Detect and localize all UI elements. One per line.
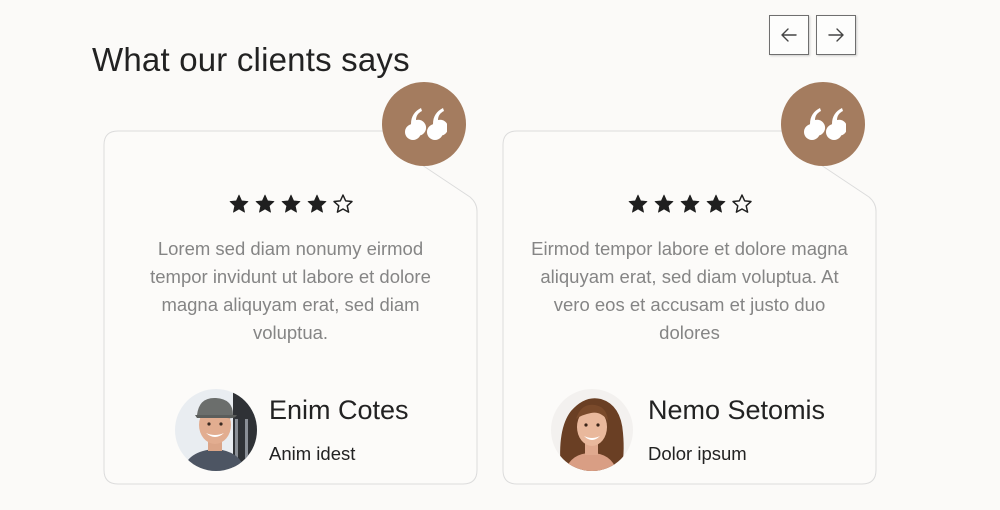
star-filled-icon: [680, 194, 699, 213]
review-text: Eirmod tempor labore et dolore magna ali…: [531, 238, 848, 343]
section-title: What our clients says: [92, 41, 410, 79]
star-filled-icon: [307, 194, 326, 213]
man-with-cap-avatar: [175, 389, 257, 471]
star-filled-icon: [628, 194, 647, 213]
star-rating: [503, 193, 876, 215]
client-role: Anim idest: [269, 443, 356, 464]
quote-badge: [781, 82, 865, 166]
client-name: Nemo Setomis: [648, 395, 826, 425]
quote-icon: [804, 108, 846, 140]
star-filled-icon: [281, 194, 300, 213]
client-role: Dolor ipsum: [648, 443, 747, 464]
star-filled-icon: [229, 194, 248, 213]
star-empty-icon: [731, 194, 752, 213]
star-filled-icon: [706, 194, 725, 213]
next-button[interactable]: [816, 15, 856, 55]
client-name: Enim Cotes: [269, 395, 409, 425]
arrow-left-icon: [781, 28, 797, 42]
testimonial-card: Lorem sed diam nonumy eirmod tempor invi…: [103, 82, 478, 485]
arrow-right-icon: [828, 28, 844, 42]
star-filled-icon: [654, 194, 673, 213]
testimonial-card: Eirmod tempor labore et dolore magna ali…: [502, 82, 877, 485]
smiling-woman-avatar: [551, 389, 633, 471]
star-filled-icon: [255, 194, 274, 213]
prev-button[interactable]: [769, 15, 809, 55]
quote-badge: [382, 82, 466, 166]
star-rating: [104, 193, 477, 215]
quote-icon: [405, 108, 447, 140]
star-empty-icon: [332, 194, 353, 213]
review-text: Lorem sed diam nonumy eirmod tempor invi…: [150, 238, 431, 343]
